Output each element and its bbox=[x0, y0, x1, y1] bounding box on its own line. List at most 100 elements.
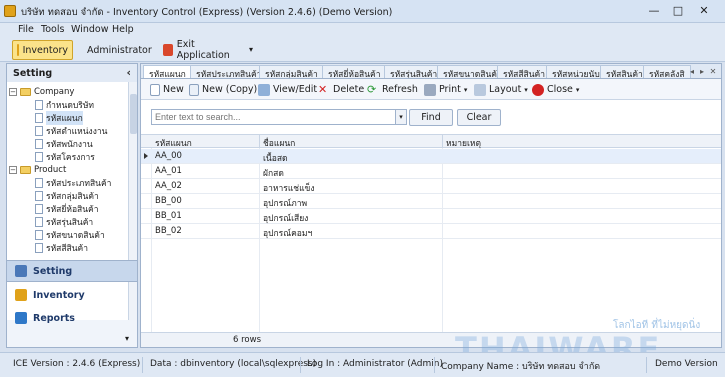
new-copy-button[interactable]: New (Copy) bbox=[189, 82, 257, 97]
collapse-toggle-icon[interactable]: − bbox=[9, 165, 17, 174]
view-edit-button[interactable]: View/Edit bbox=[258, 82, 317, 97]
document-icon bbox=[35, 112, 43, 123]
report-icon bbox=[15, 312, 27, 324]
tree-item[interactable]: รหัสขนาดสินค้า bbox=[35, 228, 105, 241]
tree-item[interactable]: รหัสรุ่นสินค้า bbox=[35, 215, 93, 228]
clear-button[interactable]: Clear bbox=[457, 109, 501, 126]
toolbar-overflow-icon[interactable]: ▾ bbox=[242, 43, 260, 57]
grid-header: รหัสแผนก ชื่อแผนก หมายเหตุ bbox=[141, 134, 721, 150]
search-input[interactable] bbox=[151, 109, 396, 125]
layout-button[interactable]: Layout ▾ bbox=[474, 82, 528, 97]
exit-application-button[interactable]: Exit Application bbox=[158, 39, 242, 61]
document-icon bbox=[35, 177, 43, 188]
nav-inventory[interactable]: Inventory bbox=[7, 284, 137, 306]
status-bar: ICE Version : 2.4.6 (Express) Data : dbi… bbox=[0, 352, 725, 377]
tree-item[interactable]: กำหนดบริษัท bbox=[35, 98, 94, 111]
tree-item[interactable]: รหัสตำแหน่งงาน bbox=[35, 124, 107, 137]
table-row[interactable]: AA_01 ผักสด bbox=[141, 164, 721, 179]
inventory-button[interactable]: Inventory bbox=[12, 40, 73, 60]
document-icon bbox=[35, 190, 43, 201]
tree-item[interactable]: รหัสประเภทสินค้า bbox=[35, 176, 111, 189]
tab-product[interactable]: รหัสสินค้า bbox=[600, 65, 649, 78]
row-count: 6 rows bbox=[233, 335, 261, 345]
menu-bar: File Tools Window Help bbox=[0, 23, 725, 38]
status-version: ICE Version : 2.4.6 (Express) bbox=[13, 359, 141, 369]
tree-item[interactable]: รหัสยี่ห้อสินค้า bbox=[35, 202, 99, 215]
table-row[interactable]: AA_02 อาหารแช่แข็ง bbox=[141, 179, 721, 194]
chevron-down-icon: ▾ bbox=[575, 85, 580, 94]
nav-reports[interactable]: Reports bbox=[7, 307, 137, 329]
collapse-toggle-icon[interactable]: − bbox=[9, 87, 17, 96]
close-window-button[interactable]: ✕ bbox=[695, 4, 713, 18]
tab-product-color[interactable]: รหัสสีสินค้า bbox=[497, 65, 552, 78]
scrollbar-thumb[interactable] bbox=[130, 94, 137, 134]
search-dropdown-icon[interactable]: ▾ bbox=[396, 109, 407, 125]
collapse-icon[interactable]: ‹ bbox=[126, 66, 131, 79]
new-button[interactable]: New bbox=[150, 82, 184, 97]
minimize-button[interactable]: — bbox=[645, 4, 663, 18]
status-company: Company Name : บริษัท ทดสอบ จำกัด bbox=[441, 362, 601, 372]
tab-product-group[interactable]: รหัสกลุ่มสินค้า bbox=[259, 65, 324, 78]
status-mode: Demo Version bbox=[655, 359, 718, 369]
inventory-icon bbox=[17, 44, 19, 56]
menu-window[interactable]: Window bbox=[71, 24, 108, 35]
close-circle-icon bbox=[532, 83, 544, 96]
content-panel: รหัสแผนก รหัสประเภทสินค้า รหัสกลุ่มสินค้… bbox=[140, 63, 722, 348]
tab-close-icon[interactable]: ✕ bbox=[708, 65, 718, 78]
menu-file[interactable]: File bbox=[18, 24, 34, 35]
tab-scroll-left-icon[interactable]: ◂ bbox=[687, 65, 697, 78]
refresh-button[interactable]: ⟳ Refresh bbox=[367, 82, 418, 97]
main-toolbar: Inventory Administrator Exit Application… bbox=[0, 38, 725, 62]
document-icon bbox=[35, 151, 43, 162]
print-button[interactable]: Print ▾ bbox=[424, 82, 467, 97]
tree-node-product[interactable]: − Product bbox=[9, 163, 66, 176]
tree-item[interactable]: รหัสกลุ่มสินค้า bbox=[35, 189, 99, 202]
sidebar-header: Setting ‹ bbox=[7, 64, 137, 82]
maximize-button[interactable]: □ bbox=[669, 4, 687, 18]
tab-product-brand[interactable]: รหัสยี่ห้อสินค้า bbox=[322, 65, 387, 78]
nav-setting[interactable]: Setting bbox=[7, 260, 137, 282]
app-icon bbox=[4, 5, 16, 17]
close-form-button[interactable]: Close ▾ bbox=[532, 82, 579, 97]
tab-department[interactable]: รหัสแผนก bbox=[143, 65, 192, 78]
table-row[interactable]: BB_00 อุปกรณ์ภาพ bbox=[141, 194, 721, 209]
administrator-button[interactable]: Administrator bbox=[78, 40, 156, 60]
document-icon bbox=[35, 229, 43, 240]
exit-icon bbox=[163, 44, 173, 56]
tab-product-type[interactable]: รหัสประเภทสินค้า bbox=[190, 65, 268, 78]
tab-warehouse[interactable]: รหัสคลังสิ bbox=[643, 65, 691, 78]
document-icon bbox=[35, 125, 43, 136]
box-icon bbox=[15, 289, 27, 301]
tree-item[interactable]: รหัสสีสินค้า bbox=[35, 241, 88, 254]
tree-item[interactable]: รหัสโครงการ bbox=[35, 150, 95, 163]
document-icon bbox=[35, 203, 43, 214]
tab-unit[interactable]: รหัสหน่วยนับ bbox=[546, 65, 606, 78]
table-row[interactable]: AA_00 เนื้อสด bbox=[141, 149, 721, 164]
table-row[interactable]: BB_01 อุปกรณ์เสียง bbox=[141, 209, 721, 224]
tree-node-company[interactable]: − Company bbox=[9, 85, 74, 98]
table-row[interactable]: BB_02 อุปกรณ์คอมฯ bbox=[141, 224, 721, 239]
chevron-down-icon: ▾ bbox=[524, 85, 528, 94]
tab-strip: รหัสแผนก รหัสประเภทสินค้า รหัสกลุ่มสินค้… bbox=[141, 64, 721, 79]
tab-scroll-right-icon[interactable]: ▸ bbox=[697, 65, 707, 78]
window-title: บริษัท ทดสอบ จำกัด - Inventory Control (… bbox=[21, 7, 393, 18]
nav-overflow-icon[interactable]: ▾ bbox=[118, 332, 136, 346]
status-data: Data : dbinventory (local\sqlexpress) bbox=[150, 359, 317, 369]
delete-button[interactable]: ✕ Delete bbox=[318, 82, 364, 97]
department-grid: รหัสแผนก ชื่อแผนก หมายเหตุ AA_00 เนื้อสด… bbox=[141, 134, 721, 332]
menu-tools[interactable]: Tools bbox=[41, 24, 64, 35]
status-login: Log In : Administrator (Admin) bbox=[307, 359, 443, 369]
column-header-code[interactable]: รหัสแผนก bbox=[155, 136, 192, 150]
edit-icon bbox=[258, 83, 270, 96]
title-bar: บริษัท ทดสอบ จำกัด - Inventory Control (… bbox=[0, 0, 725, 23]
document-icon bbox=[35, 99, 43, 110]
layout-icon bbox=[474, 83, 486, 96]
menu-help[interactable]: Help bbox=[112, 24, 134, 35]
column-header-name[interactable]: ชื่อแผนก bbox=[263, 136, 295, 150]
tree-item-selected[interactable]: รหัสแผนก bbox=[35, 110, 83, 125]
tab-product-model[interactable]: รหัสรุ่นสินค้า bbox=[384, 65, 444, 78]
column-header-note[interactable]: หมายเหตุ bbox=[446, 136, 481, 150]
tree-item[interactable]: รหัสพนักงาน bbox=[35, 137, 93, 150]
find-button[interactable]: Find bbox=[409, 109, 453, 126]
folder-icon bbox=[20, 165, 31, 174]
